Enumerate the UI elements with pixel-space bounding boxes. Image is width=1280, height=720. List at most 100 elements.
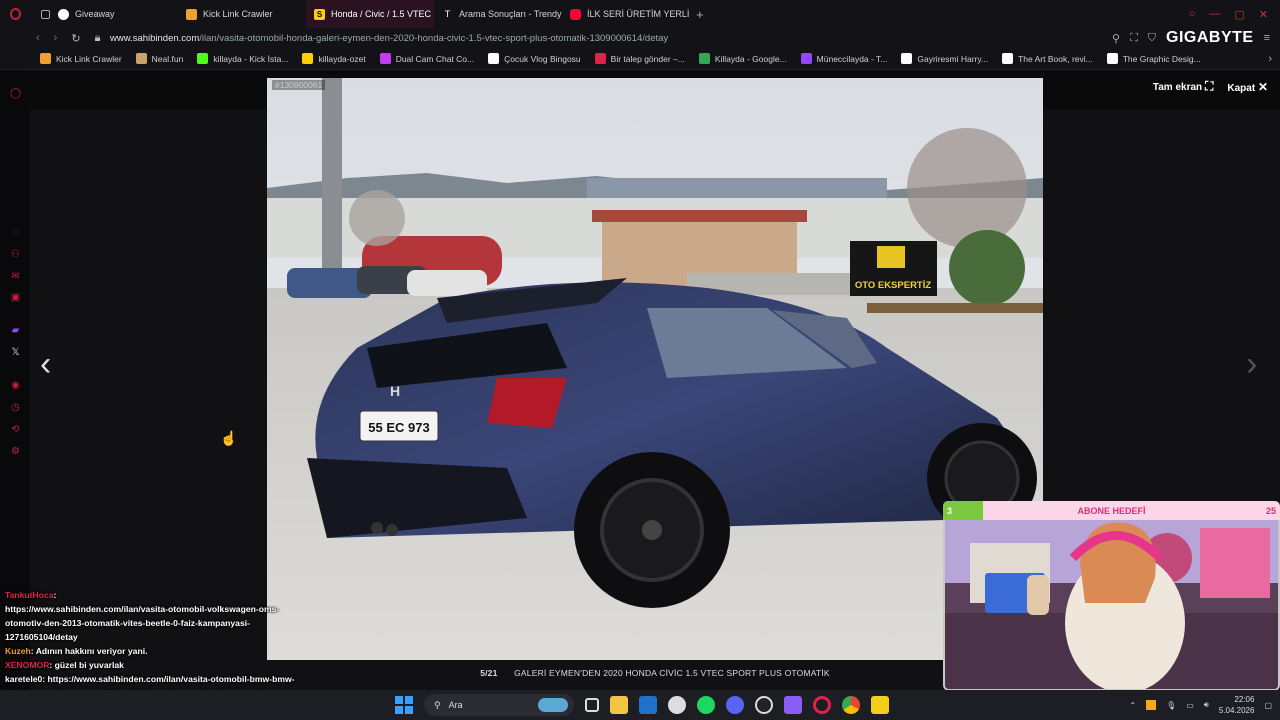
url-field[interactable]: www.sahibinden.com/ilan/vasita-otomobil-…	[110, 33, 1112, 44]
bookmark-item[interactable]: Neal.fun	[130, 53, 190, 64]
taskbar-apps: ⚲ Ara	[395, 690, 889, 720]
tray-app-icon[interactable]	[1146, 700, 1157, 710]
discord-taskbar-icon[interactable]	[726, 696, 744, 714]
downloads-icon[interactable]: ⟲	[10, 424, 21, 435]
menu-icon[interactable]: ≡	[1264, 32, 1270, 44]
obs-icon[interactable]	[871, 696, 889, 714]
lock-icon[interactable]: 🔒︎	[95, 32, 101, 45]
chat-username: karetele0	[5, 674, 43, 684]
bookmark-item[interactable]: Dual Cam Chat Co...	[374, 53, 480, 64]
x-icon[interactable]: 𝕏	[10, 347, 21, 358]
tab-giveaway[interactable]: Giveaway	[50, 0, 178, 28]
reload-icon[interactable]: ↻	[71, 32, 80, 45]
history-icon[interactable]: ◷	[10, 402, 21, 413]
twitch-icon[interactable]: ▰	[10, 325, 21, 336]
new-tab-button[interactable]: +	[690, 7, 710, 22]
aria-icon[interactable]: ◌	[10, 227, 21, 238]
opera-gx-icon[interactable]	[813, 696, 831, 714]
tray-chevron-icon[interactable]: ⌃	[1129, 701, 1136, 710]
bookmark-item[interactable]: Çocuk Vlog Bingosu	[482, 53, 587, 64]
bookmarks-bar: Kick Link Crawler Neal.fun killayda - Kick…	[0, 48, 1280, 70]
bookmark-label: Gayriresmi Harry...	[917, 53, 989, 64]
tab-label: İLK SERİ ÜRETİM YERLİ O	[587, 9, 690, 19]
tab-honda-civic[interactable]: S Honda / Civic / 1.5 VTEC	[306, 0, 434, 28]
bookmark-favicon-icon	[1106, 53, 1118, 64]
bookmark-label: Çocuk Vlog Bingosu	[504, 53, 581, 64]
opera-menu-icon[interactable]	[10, 8, 21, 20]
volume-icon[interactable]: 🔊︎	[1204, 700, 1209, 710]
player-icon[interactable]: ◉	[10, 380, 21, 391]
more-bookmarks-icon[interactable]: ›	[1268, 53, 1280, 65]
clock[interactable]: 22:06 5.04.2026	[1219, 694, 1255, 716]
forward-icon[interactable]: ›	[54, 32, 58, 45]
screenshot-icon[interactable]: ⛶	[1130, 32, 1138, 45]
minimize-button[interactable]: —	[1209, 8, 1220, 21]
bookmark-favicon-icon	[800, 53, 812, 64]
address-actions: ⚲ ⛶ ⛉ GIGABYTE ≡	[1112, 29, 1280, 47]
chat-text: : güzel bi yuvarlak	[49, 660, 124, 670]
tab-label: Giveaway	[75, 9, 115, 19]
screen: Giveaway Kick Link Crawler S Honda / Civ…	[0, 0, 1280, 720]
bookmark-item[interactable]: The Graphic Desig...	[1101, 53, 1207, 64]
task-view-icon[interactable]	[585, 698, 599, 712]
crypto-wallet-icon[interactable]: ⚇	[10, 249, 21, 260]
bookmark-favicon-icon	[488, 53, 500, 64]
bookmark-item[interactable]: Gayriresmi Harry...	[895, 53, 994, 64]
bookmark-item[interactable]: Killayda - Google...	[693, 53, 793, 64]
github-desktop-icon[interactable]	[668, 696, 686, 714]
bookmark-favicon-icon	[594, 53, 606, 64]
bookmark-item[interactable]: Kick Link Crawler	[34, 53, 128, 64]
bookmark-item[interactable]: killayda - Kick İsta...	[191, 53, 294, 64]
window-controls: ○ — ▢ ✕	[1189, 8, 1280, 21]
bookmark-label: Killayda - Google...	[714, 53, 787, 64]
chrome-icon[interactable]	[842, 696, 860, 714]
webcam-overlay	[943, 501, 1280, 691]
outlook-icon[interactable]	[639, 696, 657, 714]
maximize-button[interactable]: ▢	[1234, 8, 1244, 21]
music-icon[interactable]: ▣	[10, 292, 21, 303]
photo-caption: 5/21 GALERİ EYMEN'DEN 2020 HONDA CİVİC 1…	[267, 668, 1043, 678]
bookmark-item[interactable]: Bir talep gönder –...	[589, 53, 691, 64]
shield-icon[interactable]: ⛉	[1148, 32, 1156, 45]
back-icon[interactable]: ‹	[36, 32, 40, 45]
bookmark-label: The Graphic Desig...	[1122, 53, 1201, 64]
settings-icon[interactable]: ⚙	[10, 446, 21, 457]
g-hub-icon[interactable]	[755, 696, 773, 714]
notifications-icon[interactable]: ▢	[1264, 701, 1272, 710]
start-button[interactable]	[395, 696, 413, 714]
tab-overview-icon[interactable]	[40, 9, 50, 19]
file-explorer-icon[interactable]	[610, 696, 628, 714]
nav-buttons: ‹ › ↻ 🔒︎	[0, 32, 110, 45]
hand-cursor-icon: ☝	[220, 430, 238, 446]
chat-text: :	[53, 590, 57, 600]
bookmark-item[interactable]: Müneccilayda - T...	[795, 53, 894, 64]
close-gallery-button[interactable]: Kapat ✕	[1227, 80, 1268, 94]
previous-photo-button[interactable]: ‹	[40, 345, 51, 384]
bookmark-item[interactable]: killayda-ozet	[296, 53, 371, 64]
spotify-icon[interactable]	[697, 696, 715, 714]
car-photo[interactable]: OTO EKSPERTİZ 55 EC 973 H	[267, 78, 1043, 660]
microphone-icon[interactable]: 🎙︎	[1166, 701, 1176, 710]
close-window-button[interactable]: ✕	[1259, 8, 1268, 21]
chat-message: TankutHoca:	[5, 588, 300, 602]
search-tabs-icon[interactable]: ○	[1189, 8, 1196, 21]
pin-icon[interactable]: ⚲	[1112, 32, 1120, 45]
bookmark-favicon-icon	[197, 53, 209, 64]
tab-youtube[interactable]: İLK SERİ ÜRETİM YERLİ O	[562, 0, 690, 28]
bookmark-label: killayda-ozet	[318, 53, 366, 64]
network-icon[interactable]: ▭	[1186, 701, 1194, 710]
tab-kick-link-crawler[interactable]: Kick Link Crawler	[178, 0, 306, 28]
next-photo-button[interactable]: ›	[1246, 345, 1257, 384]
bookmark-item[interactable]: The Art Book, revi...	[996, 53, 1099, 64]
gallery-controls: Tam ekran ⛶ Kapat ✕	[1153, 79, 1268, 94]
messenger-icon[interactable]: ✉	[10, 271, 21, 282]
bookmark-label: Bir talep gönder –...	[610, 53, 685, 64]
trendyol-icon: T	[444, 8, 451, 19]
tab-trendyol[interactable]: T Arama Sonuçları - Trendy	[434, 0, 562, 28]
close-icon: ✕	[1257, 79, 1268, 94]
opera-logo-icon[interactable]: ◯	[10, 88, 21, 99]
taskbar-search[interactable]: ⚲ Ara	[424, 694, 574, 716]
fullscreen-button[interactable]: Tam ekran ⛶	[1153, 79, 1213, 94]
apps-grid-icon[interactable]	[784, 696, 802, 714]
chat-text: : Adının hakkını veriyor yani.	[30, 646, 148, 656]
